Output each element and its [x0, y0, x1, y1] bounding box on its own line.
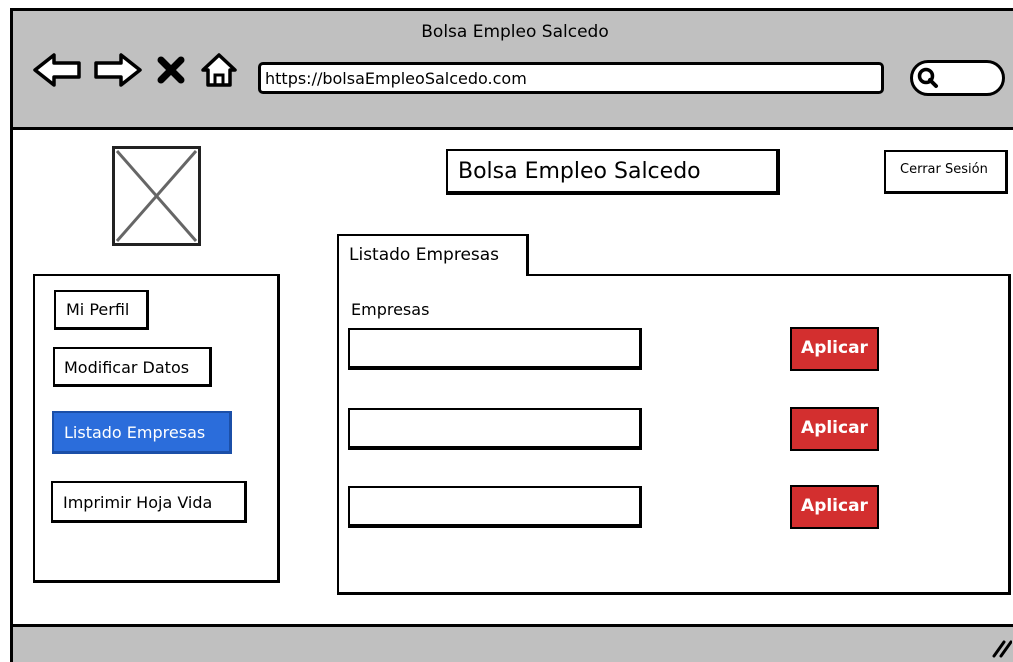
logo-placeholder — [112, 146, 201, 246]
window-title: Bolsa Empleo Salcedo — [421, 22, 609, 42]
company-field-2[interactable] — [348, 408, 642, 450]
apply-button-1[interactable]: Aplicar — [790, 327, 879, 371]
forward-arrow-icon[interactable] — [92, 52, 144, 88]
company-field-1[interactable] — [348, 328, 642, 370]
section-label: Empresas — [351, 300, 430, 319]
url-text: https://bolsaEmpleoSalcedo.com — [265, 69, 527, 88]
sidebar-item-listado-empresas[interactable]: Listado Empresas — [52, 411, 232, 454]
tab-listado-empresas[interactable]: Listado Empresas — [337, 234, 529, 276]
page-title: Bolsa Empleo Salcedo — [446, 149, 780, 195]
close-icon[interactable] — [154, 52, 188, 88]
sidebar-item-imprimir-hoja-vida[interactable]: Imprimir Hoja Vida — [51, 481, 247, 523]
search-icon[interactable] — [916, 66, 940, 94]
apply-button-3[interactable]: Aplicar — [790, 485, 879, 529]
sidebar-item-mi-perfil[interactable]: Mi Perfil — [54, 290, 149, 330]
image-placeholder-icon — [115, 150, 198, 242]
resize-grip-icon[interactable] — [990, 634, 1013, 658]
status-bar — [13, 624, 1013, 662]
apply-button-2[interactable]: Aplicar — [790, 407, 879, 451]
logout-button[interactable]: Cerrar Sesión — [884, 150, 1008, 194]
sidebar-item-modificar-datos[interactable]: Modificar Datos — [53, 347, 212, 387]
company-field-3[interactable] — [348, 486, 642, 528]
home-icon[interactable] — [197, 52, 241, 88]
back-arrow-icon[interactable] — [31, 52, 83, 88]
url-bar[interactable]: https://bolsaEmpleoSalcedo.com — [258, 62, 884, 94]
